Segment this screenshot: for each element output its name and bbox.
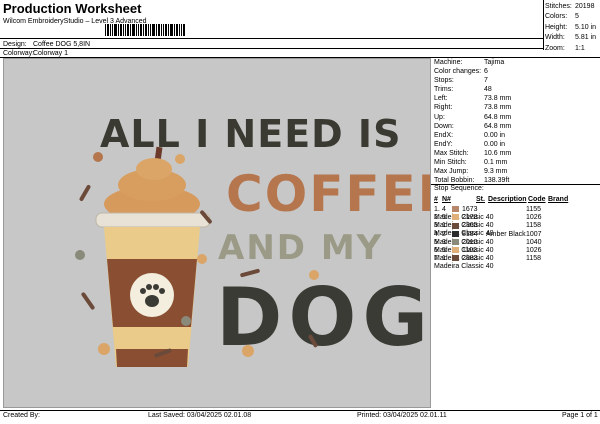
- stop-index: 7.: [434, 255, 440, 263]
- stop-sequence-title: Stop Sequence:: [434, 185, 484, 192]
- stat-row: Width: 5.81 in: [545, 34, 597, 42]
- stop-index: 3.: [434, 222, 440, 230]
- stats-divider: [543, 0, 544, 50]
- color-swatch: [452, 222, 459, 229]
- last-saved: Last Saved: 03/04/2025 02.01.08: [148, 412, 252, 419]
- thread-code: 1040: [526, 238, 542, 246]
- info-row: Right: 73.8 mm: [434, 104, 512, 112]
- info-row: Up: 64.8 mm: [434, 113, 512, 121]
- stop-sequence-row: 3. 1 2365 1158Madeira Classic 40: [434, 222, 600, 237]
- thread-code: 1158: [526, 255, 542, 263]
- stats-panel: Stitches: 20198 Colors: 5 Height: 5.10 in W…: [545, 2, 596, 54]
- header-divider: [0, 48, 543, 49]
- stitch-count: 2883: [462, 255, 478, 263]
- needle-number: 3: [442, 238, 446, 246]
- color-swatch: [452, 230, 459, 237]
- info-row: Machine: Tajima: [434, 59, 505, 66]
- stop-index: 4.: [434, 230, 440, 238]
- design-text-line2: COFFEE: [226, 165, 430, 223]
- info-row: Color changes: 6: [434, 68, 488, 76]
- stat-row: Height: 5.10 in: [545, 23, 597, 31]
- stat-row: Colors: 5: [545, 13, 579, 21]
- needle-number: 2: [442, 230, 446, 238]
- design-row: Design: Coffee DOG 5,8IN: [3, 41, 90, 48]
- colorway-label: Colorway:: [3, 50, 35, 57]
- stop-index: 2.: [434, 214, 440, 222]
- header-divider: [0, 38, 543, 39]
- thread-brand: Madeira Classic 40: [434, 263, 494, 271]
- info-row: Stops: 7: [434, 77, 488, 85]
- thread-description: Amber Black: [486, 230, 526, 238]
- stitch-count: 2365: [462, 222, 478, 230]
- stop-sequence-row: 5. 3 2010 1040Madeira Classic 40: [434, 238, 600, 254]
- needle-number: 5: [442, 214, 446, 222]
- thread-code: 1158: [526, 222, 542, 230]
- needle-number: 4: [442, 206, 446, 213]
- embroidery-design: ALL I NEED IS COFFEE AND MY DOG: [75, 112, 452, 367]
- machine-info-panel: Machine: Tajima Color changes: 6 Stops: 7 T…: [434, 58, 511, 185]
- stop-sequence-header: # N# St. DescriptionCode Brand: [434, 196, 569, 203]
- stitch-count: 1103: [462, 247, 478, 254]
- info-row: Max Jump: 9.3 mm: [434, 168, 508, 176]
- design-value: Coffee DOG 5,8IN: [33, 41, 91, 48]
- stop-index: 6.: [434, 247, 440, 254]
- printed-date: Printed: 03/04/2025 02.01.11: [357, 412, 447, 419]
- stitch-count: 8184: [462, 230, 478, 238]
- color-swatch: [452, 238, 459, 245]
- stitch-count: 1673: [462, 206, 478, 213]
- color-swatch: [452, 214, 459, 221]
- stop-sequence-row: 7. 1 2883 1158 Madeira Classic 40: [434, 255, 600, 270]
- footer-divider: [0, 410, 600, 411]
- stat-row: Zoom: 1:1: [545, 44, 585, 52]
- stop-index: 5.: [434, 238, 440, 246]
- stat-row: Stitches: 20198: [545, 3, 595, 10]
- info-row: Min Stitch: 0.1 mm: [434, 159, 508, 167]
- thread-code: 1026: [526, 247, 542, 254]
- thread-code: 1026: [526, 214, 542, 222]
- created-by: Created By:: [3, 412, 40, 419]
- stop-sequence-row: 4. 2 8184 Amber Black1007Madeira Classic 40: [434, 230, 600, 246]
- thread-code: 1155: [526, 206, 542, 213]
- info-row: EndX: 0.00 in: [434, 131, 506, 139]
- stop-sequence-row: 2. 5 2178 1026Madeira Classic 40: [434, 214, 600, 229]
- stitch-count: 2010: [462, 238, 478, 246]
- info-row: Max Stitch: 10.6 mm: [434, 149, 512, 157]
- design-label: Design:: [3, 41, 27, 48]
- stop-index: 1.: [434, 206, 440, 213]
- color-swatch: [452, 206, 459, 213]
- design-text-line3: AND MY: [218, 228, 383, 268]
- design-text-line1: ALL I NEED IS: [100, 112, 401, 156]
- stitch-count: 2178: [462, 214, 478, 222]
- color-swatch: [452, 255, 459, 262]
- info-row: Down: 64.8 mm: [434, 122, 512, 130]
- info-row: Trims: 48: [434, 86, 492, 94]
- stop-sequence-row: 1. 4 1673 1155Madeira Classic 40: [434, 206, 600, 221]
- design-preview: ALL I NEED IS COFFEE AND MY DOG: [3, 58, 452, 408]
- worksheet-title: Production Worksheet: [3, 1, 142, 16]
- color-swatch: [452, 247, 459, 254]
- stop-sequence-row: 6. 5 1103 1026Madeira Classic 40: [434, 247, 600, 262]
- colorway-value: Colorway 1: [33, 50, 69, 57]
- colorway-row: Colorway:Colorway 1: [3, 50, 68, 57]
- needle-number: 1: [442, 255, 446, 263]
- thread-code: 1007: [526, 230, 542, 238]
- barcode-image: [105, 24, 185, 36]
- info-row: Left: 73.8 mm: [434, 95, 512, 103]
- info-row: EndY: 0.00 in: [434, 140, 506, 148]
- needle-number: 5: [442, 247, 446, 254]
- page-number: Page 1 of 1: [562, 412, 598, 419]
- coffee-cup-icon: [95, 146, 211, 367]
- needle-number: 1: [442, 222, 446, 230]
